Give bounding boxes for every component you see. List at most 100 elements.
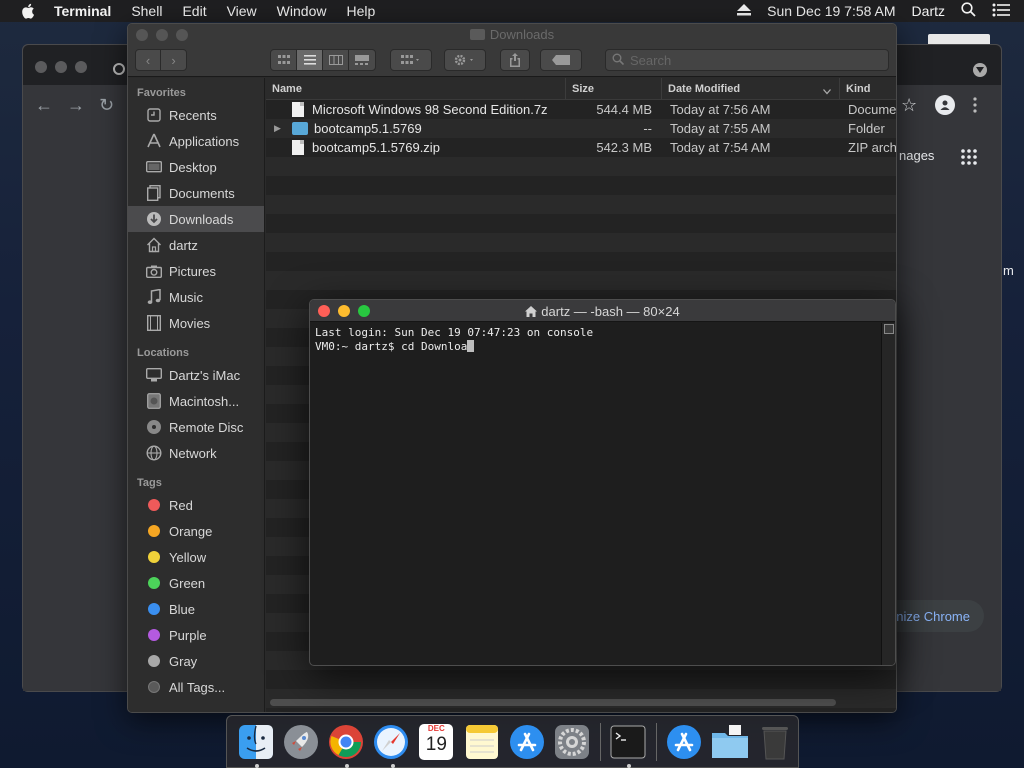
- split-pane-icon[interactable]: [884, 324, 894, 334]
- sidebar-item-home[interactable]: dartz: [128, 232, 264, 258]
- action-gear-button[interactable]: [444, 49, 486, 71]
- film-icon: [145, 315, 163, 331]
- search-input[interactable]: [630, 52, 870, 68]
- terminal-icon: [610, 725, 646, 758]
- menu-edit[interactable]: Edit: [182, 3, 206, 19]
- sidebar-item-recents[interactable]: Recents: [128, 102, 264, 128]
- folder-icon: [469, 29, 485, 40]
- edit-tags-button[interactable]: [540, 49, 582, 71]
- sidebar-item-pictures[interactable]: Pictures: [128, 258, 264, 284]
- dock-trash[interactable]: [757, 722, 794, 762]
- table-row[interactable]: bootcamp5.1.5769.zip 542.3 MB Today at 7…: [266, 138, 896, 157]
- dock-app-store-downloads[interactable]: [666, 722, 703, 762]
- sidebar-item-imac[interactable]: Dartz's iMac: [128, 362, 264, 388]
- dock-terminal[interactable]: [609, 722, 646, 768]
- sidebar-tag-blue[interactable]: Blue: [128, 596, 264, 622]
- group-by-button[interactable]: [390, 49, 432, 71]
- menu-shell[interactable]: Shell: [131, 3, 162, 19]
- bookmark-star-icon[interactable]: ☆: [901, 95, 917, 116]
- terminal-scrollbar[interactable]: [881, 323, 895, 665]
- forward-button[interactable]: ›: [161, 50, 186, 70]
- dock-system-preferences[interactable]: [553, 722, 590, 762]
- profile-avatar-icon[interactable]: [935, 95, 955, 115]
- disc-icon: [145, 419, 163, 435]
- column-header-date-label: Date Modified: [668, 82, 741, 95]
- dock-safari[interactable]: [373, 722, 410, 768]
- notification-center-icon[interactable]: [992, 3, 1010, 20]
- sidebar-item-downloads[interactable]: Downloads: [128, 206, 264, 232]
- eject-icon[interactable]: [737, 3, 752, 19]
- column-header-date[interactable]: Date Modified: [662, 78, 840, 99]
- menu-window[interactable]: Window: [277, 3, 327, 19]
- gallery-view-icon[interactable]: [349, 50, 375, 70]
- menu-help[interactable]: Help: [346, 3, 375, 19]
- sidebar-item-applications[interactable]: Applications: [128, 128, 264, 154]
- calendar-month: DEC: [427, 723, 445, 733]
- file-date: Today at 7:56 AM: [670, 102, 771, 117]
- sidebar-tag-green[interactable]: Green: [128, 570, 264, 596]
- running-indicator: [255, 763, 259, 768]
- finder-search-field[interactable]: [605, 49, 889, 71]
- sidebar-item-documents[interactable]: Documents: [128, 180, 264, 206]
- chrome-zoom-button[interactable]: [75, 61, 87, 73]
- sidebar-tag-red[interactable]: Red: [128, 492, 264, 518]
- app-store-icon: [667, 724, 702, 759]
- dock-downloads-stack[interactable]: [711, 722, 749, 762]
- sidebar-item-desktop[interactable]: Desktop: [128, 154, 264, 180]
- share-button[interactable]: [500, 49, 530, 71]
- sidebar-item-label: Yellow: [169, 549, 207, 565]
- sidebar-tags-header: Tags: [137, 477, 162, 489]
- sidebar-all-tags[interactable]: All Tags...: [128, 674, 264, 700]
- sidebar-item-music[interactable]: Music: [128, 284, 264, 310]
- reload-icon[interactable]: ↻: [99, 95, 114, 116]
- forward-arrow-icon[interactable]: →: [67, 95, 85, 116]
- dock-app-store[interactable]: [508, 722, 545, 762]
- dock-separator: [655, 722, 657, 761]
- menu-app-name[interactable]: Terminal: [54, 3, 111, 19]
- column-header-size[interactable]: Size: [566, 78, 662, 99]
- downloads-icon: [145, 211, 163, 227]
- sidebar-tag-purple[interactable]: Purple: [128, 622, 264, 648]
- dock-notes[interactable]: [463, 722, 500, 762]
- desktop-disk-icon[interactable]: [928, 34, 990, 44]
- column-header-name[interactable]: Name: [266, 78, 566, 99]
- sidebar-tag-gray[interactable]: Gray: [128, 648, 264, 674]
- back-arrow-icon[interactable]: ←: [35, 95, 53, 116]
- chrome-tab-search-icon[interactable]: [973, 63, 987, 77]
- spotlight-search-icon[interactable]: [961, 2, 976, 20]
- chrome-minimize-button[interactable]: [55, 61, 67, 73]
- sidebar-item-label: Documents: [169, 185, 235, 201]
- apps-grid-icon[interactable]: [961, 149, 977, 168]
- sidebar-tag-orange[interactable]: Orange: [128, 518, 264, 544]
- column-header-kind[interactable]: Kind: [840, 78, 896, 99]
- apple-menu-icon[interactable]: [18, 3, 38, 19]
- disclosure-triangle-icon[interactable]: ▶: [274, 123, 286, 134]
- sidebar-item-remote-disc[interactable]: Remote Disc: [128, 414, 264, 440]
- icon-view-icon[interactable]: [271, 50, 297, 70]
- table-row[interactable]: Microsoft Windows 98 Second Edition.7z 5…: [266, 100, 896, 119]
- dock-calendar[interactable]: DEC 19: [418, 722, 455, 762]
- text-cursor: [467, 340, 475, 352]
- dock-finder[interactable]: [237, 722, 274, 768]
- horizontal-scrollbar[interactable]: [270, 699, 836, 706]
- sidebar-item-macintosh-hd[interactable]: Macintosh...: [128, 388, 264, 414]
- chrome-menu-icon[interactable]: [973, 97, 977, 116]
- menubar-clock[interactable]: Sun Dec 19 7:58 AM: [767, 3, 895, 19]
- table-row[interactable]: ▶ bootcamp5.1.5769 -- Today at 7:55 AM Fo…: [266, 119, 896, 138]
- column-view-icon[interactable]: [323, 50, 349, 70]
- sidebar-tag-yellow[interactable]: Yellow: [128, 544, 264, 570]
- list-view-icon[interactable]: [297, 50, 323, 70]
- customize-chrome-label: nize Chrome: [896, 608, 970, 624]
- dock-chrome[interactable]: [327, 722, 364, 768]
- chrome-images-link[interactable]: nages: [899, 148, 934, 163]
- dock-launchpad[interactable]: [282, 722, 319, 762]
- chrome-close-button[interactable]: [35, 61, 47, 73]
- terminal-output[interactable]: Last login: Sun Dec 19 07:47:23 on conso…: [310, 323, 881, 665]
- back-button[interactable]: ‹: [136, 50, 162, 70]
- sidebar-item-label: dartz: [169, 237, 198, 253]
- sidebar-item-movies[interactable]: Movies: [128, 310, 264, 336]
- menu-view[interactable]: View: [227, 3, 257, 19]
- menubar-user[interactable]: Dartz: [912, 3, 945, 19]
- sidebar-item-network[interactable]: Network: [128, 440, 264, 466]
- applications-icon: [145, 133, 163, 149]
